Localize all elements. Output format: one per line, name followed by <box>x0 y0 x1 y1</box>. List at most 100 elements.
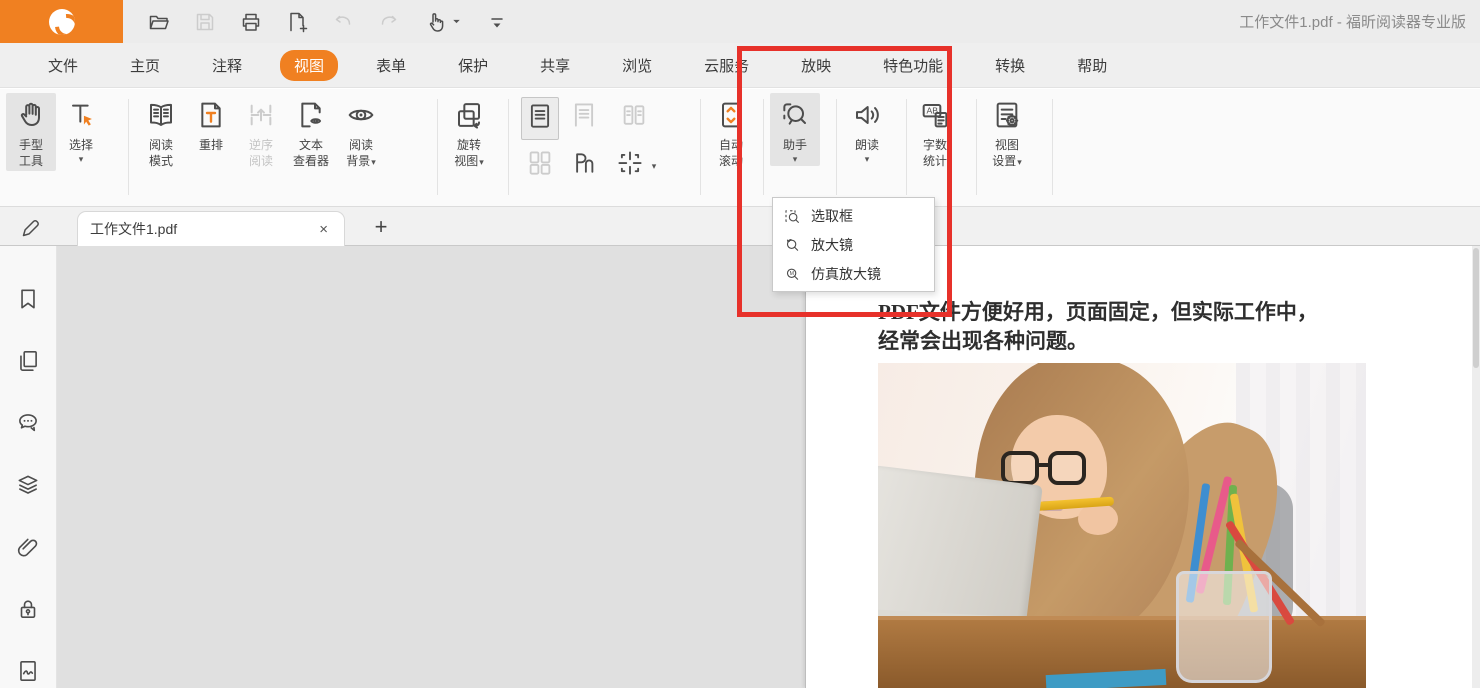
hand-tool-label-2: 工具 <box>19 153 43 169</box>
read-aloud-icon <box>851 99 883 131</box>
tab-cloud[interactable]: 云服务 <box>690 50 763 81</box>
layout-facing-button[interactable] <box>606 97 662 138</box>
pages-panel-icon[interactable] <box>15 348 41 374</box>
tab-help[interactable]: 帮助 <box>1063 50 1121 81</box>
layout-facing-continuous-icon <box>525 148 555 178</box>
tab-protect[interactable]: 保护 <box>444 50 502 81</box>
customize-toolbar-icon <box>485 10 509 34</box>
attachments-panel-icon[interactable] <box>15 534 41 560</box>
save-icon <box>193 10 217 34</box>
reflow-button[interactable]: 重排 <box>186 93 236 155</box>
tab-special-features[interactable]: 特色功能 <box>869 50 957 81</box>
pdf-paragraph: PDF文件方便好用，页面固定，但实际工作中， 经常会出现各种问题。 <box>878 298 1378 356</box>
open-file-button[interactable] <box>147 10 171 34</box>
assistant-button[interactable]: 助手 ▾ <box>770 93 820 166</box>
select-dropdown-arrow[interactable]: ▾ <box>79 154 84 164</box>
navigation-sidebar <box>0 246 57 688</box>
layout-separate-cover-button[interactable] <box>562 145 606 186</box>
tab-view[interactable]: 视图 <box>280 50 338 81</box>
create-pdf-button[interactable] <box>285 10 309 34</box>
word-count-button[interactable]: AB 字数统计 <box>910 93 960 171</box>
hand-tool-button[interactable]: 手型工具 <box>6 93 56 171</box>
reading-mode-button[interactable]: 阅读模式 <box>136 93 186 171</box>
ribbon-group-view-settings: 视图设置▾ <box>982 93 1032 172</box>
bookmarks-panel-icon[interactable] <box>15 286 41 312</box>
select-tool-button[interactable]: 选择 ▾ <box>56 93 106 166</box>
marquee-zoom-icon <box>783 207 801 225</box>
reverse-reading-label-2: 阅读 <box>249 153 273 169</box>
layout-split-button[interactable]: ▾ <box>606 145 662 186</box>
undo-button[interactable] <box>331 10 355 34</box>
customize-toolbar-button[interactable] <box>485 10 509 34</box>
photo-glasses-right <box>1048 451 1086 485</box>
security-panel-icon[interactable] <box>15 596 41 622</box>
select-text-icon <box>65 99 97 131</box>
tab-file[interactable]: 文件 <box>34 50 92 81</box>
magnifier-icon <box>783 236 801 254</box>
read-aloud-dropdown-arrow[interactable]: ▾ <box>865 154 870 164</box>
touch-mode-button[interactable] <box>423 10 463 34</box>
tab-presentation[interactable]: 放映 <box>787 50 845 81</box>
app-menu-button[interactable] <box>0 0 123 43</box>
assistant-dropdown-arrow[interactable]: ▾ <box>793 154 798 164</box>
print-button[interactable] <box>239 10 263 34</box>
tab-form[interactable]: 表单 <box>362 50 420 81</box>
signature-panel-icon[interactable] <box>15 658 41 684</box>
ribbon-group-tools: 手型工具 选择 ▾ <box>6 93 106 171</box>
layout-single-page-button[interactable] <box>518 97 562 140</box>
layers-panel-icon[interactable] <box>15 472 41 498</box>
ribbon-toolbar: 手型工具 选择 ▾ 阅读模式 重排 逆序阅读 <box>0 89 1480 207</box>
view-settings-dropdown-arrow[interactable]: ▾ <box>1017 157 1022 167</box>
tab-close-button[interactable]: × <box>315 221 332 238</box>
menu-item-label: 选取框 <box>811 206 853 226</box>
rotate-view-dropdown-arrow[interactable]: ▾ <box>479 157 484 167</box>
save-button[interactable] <box>193 10 217 34</box>
read-aloud-button[interactable]: 朗读 ▾ <box>842 93 892 166</box>
reading-background-label-2: 背景 <box>346 154 370 168</box>
auto-scroll-label-2: 滚动 <box>719 153 743 169</box>
menu-item-fisheye-magnifier[interactable]: M 仿真放大镜 <box>773 259 934 288</box>
text-viewer-icon <box>295 99 327 131</box>
fisheye-magnifier-icon: M <box>783 265 801 283</box>
reverse-reading-button[interactable]: 逆序阅读 <box>236 93 286 171</box>
redo-icon <box>377 10 401 34</box>
menu-item-label: 放大镜 <box>811 235 853 255</box>
reading-background-label-1: 阅读 <box>346 137 376 153</box>
word-count-label-1: 字数 <box>923 137 947 153</box>
ribbon-group-assistant: 助手 ▾ <box>770 93 820 166</box>
document-tab-active[interactable]: 工作文件1.pdf × <box>77 211 345 246</box>
hand-tool-icon <box>15 99 47 131</box>
assistant-dropdown-menu: 选取框 放大镜 M 仿真放大镜 <box>772 197 935 292</box>
annotate-pen-button[interactable] <box>16 213 46 243</box>
auto-scroll-button[interactable]: 自动滚动 <box>706 93 756 171</box>
menu-item-marquee-zoom[interactable]: 选取框 <box>773 201 934 230</box>
tab-browse[interactable]: 浏览 <box>608 50 666 81</box>
main-area: PDF文件方便好用，页面固定，但实际工作中， 经常会出现各种问题。 <box>0 246 1480 688</box>
document-canvas[interactable]: PDF文件方便好用，页面固定，但实际工作中， 经常会出现各种问题。 <box>57 246 1480 688</box>
document-tab-title: 工作文件1.pdf <box>90 219 315 239</box>
text-viewer-button[interactable]: 文本查看器 <box>286 93 336 171</box>
tab-home[interactable]: 主页 <box>116 50 174 81</box>
redo-button[interactable] <box>377 10 401 34</box>
new-document-icon <box>285 10 309 34</box>
ribbon-group-read-aloud: 朗读 ▾ <box>842 93 892 166</box>
document-tab-bar: 工作文件1.pdf × + <box>0 207 1480 246</box>
layout-split-dropdown-arrow[interactable]: ▾ <box>652 161 657 171</box>
layout-continuous-button[interactable] <box>562 97 606 138</box>
rotate-view-button[interactable]: 旋转视图▾ <box>444 93 494 172</box>
menu-item-magnifier[interactable]: 放大镜 <box>773 230 934 259</box>
reading-background-dropdown-arrow[interactable]: ▾ <box>371 157 376 167</box>
tab-share[interactable]: 共享 <box>526 50 584 81</box>
view-settings-button[interactable]: 视图设置▾ <box>982 93 1032 172</box>
tab-convert[interactable]: 转换 <box>981 50 1039 81</box>
new-tab-button[interactable]: + <box>366 211 396 243</box>
photo-pencil-cup <box>1176 571 1272 683</box>
vertical-scrollbar[interactable] <box>1472 246 1480 688</box>
reading-background-button[interactable]: 阅读背景▾ <box>336 93 386 172</box>
layout-facing-continuous-button[interactable] <box>518 145 562 186</box>
tab-comment[interactable]: 注释 <box>198 50 256 81</box>
scrollbar-thumb[interactable] <box>1473 248 1479 368</box>
pdf-page[interactable]: PDF文件方便好用，页面固定，但实际工作中， 经常会出现各种问题。 <box>805 246 1473 688</box>
view-settings-icon <box>991 99 1023 131</box>
comments-panel-icon[interactable] <box>15 410 41 436</box>
